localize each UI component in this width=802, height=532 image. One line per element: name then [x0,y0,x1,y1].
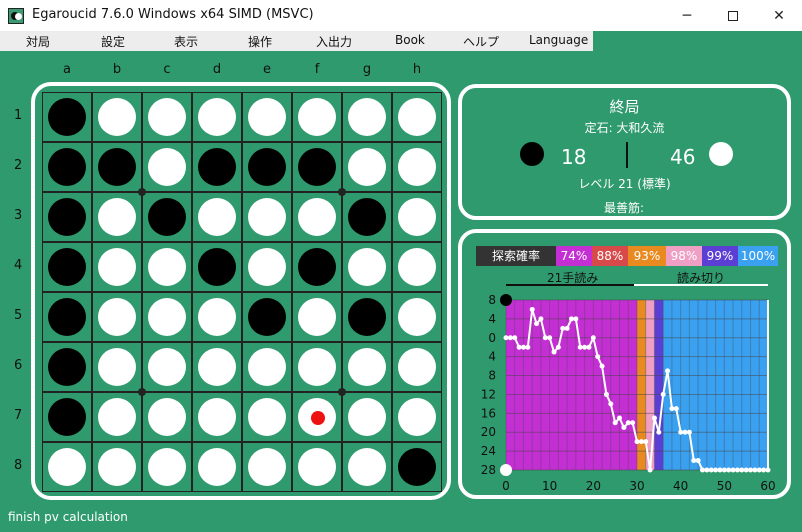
chart-point [761,467,767,473]
chart-x-tick-label: 60 [760,479,775,493]
chart-point [713,467,719,473]
chart-y-tick-label: 8 [488,293,496,307]
chart-point [630,420,636,426]
chart-point [700,467,705,473]
chart-point [586,344,592,350]
chart-point [595,354,601,360]
chart-point [643,439,649,445]
chart-point [748,467,754,473]
chart-point [599,363,605,369]
chart-y-tick-label: 12 [481,387,496,401]
chart-point [638,439,644,445]
chart-point [752,467,758,473]
chart-point [582,344,588,350]
chart-x-tick-label: 10 [542,479,557,493]
chart-x-tick-label: 30 [629,479,644,493]
chart-band [506,300,637,470]
chart-point [673,406,679,412]
chart-point [564,325,570,331]
chart-point [608,401,614,407]
chart-point [560,325,566,331]
chart-y-tick-label: 4 [488,312,496,326]
chart-point [520,344,526,350]
chart-point [516,344,522,350]
chart-y-tick-label: 8 [488,369,496,383]
chart-point [547,335,553,341]
chart-point [551,349,557,355]
status-text: finish pv calculation [8,510,128,524]
chart-band [637,300,646,470]
chart-point [730,467,736,473]
chart-point [534,321,540,327]
chart-point [625,420,631,426]
chart-point [621,425,627,430]
eval-graph: 8404812162024280 10 20 30 40 50 60 [481,293,776,493]
chart-point [538,316,544,322]
chart-point [555,344,561,350]
chart-point [765,467,771,473]
chart-y-tick-label: 0 [488,331,496,345]
chart-point [756,467,762,473]
chart-point [665,368,671,374]
chart-x-tick-label: 0 [502,479,510,493]
chart-point [691,458,697,464]
chart-y-tick-label: 4 [488,350,496,364]
chart-point [721,467,727,473]
chart-point [651,415,657,421]
chart-point [634,439,640,445]
chart-point [577,344,583,350]
chart-point [590,335,596,341]
chart-point [739,467,745,473]
chart-point [529,306,535,312]
chart-point [569,316,574,322]
chart-point [525,344,531,350]
black-axis-disc-icon [500,294,512,306]
chart-point [708,467,714,473]
chart-point [734,467,740,473]
chart-point [726,467,732,473]
chart-point [647,467,653,473]
chart-point [686,429,692,435]
chart-point [660,391,666,397]
chart-point [507,335,513,341]
chart-point [704,467,710,473]
chart-point [573,316,579,322]
chart-point [617,415,623,421]
chart-x-tick-label: 40 [673,479,688,493]
chart-point [678,429,684,435]
chart-point [682,429,688,435]
chart-band [654,300,664,470]
chart-point [612,420,618,426]
white-axis-disc-icon [500,464,512,476]
chart-x-tick-label: 20 [586,479,601,493]
chart-point [695,458,701,464]
chart-point [743,467,749,473]
chart-point [512,335,518,341]
chart-point [669,406,675,412]
chart-y-tick-label: 16 [481,406,496,420]
chart-point [542,335,548,341]
chart-y-tick-label: 20 [481,425,496,439]
chart-x-tick-label: 50 [717,479,732,493]
chart-point [503,335,509,341]
chart-y-tick-label: 24 [481,444,496,458]
chart-point [717,467,723,473]
chart-point [656,429,662,435]
chart-y-tick-label: 28 [481,463,496,477]
chart-point [603,391,609,397]
